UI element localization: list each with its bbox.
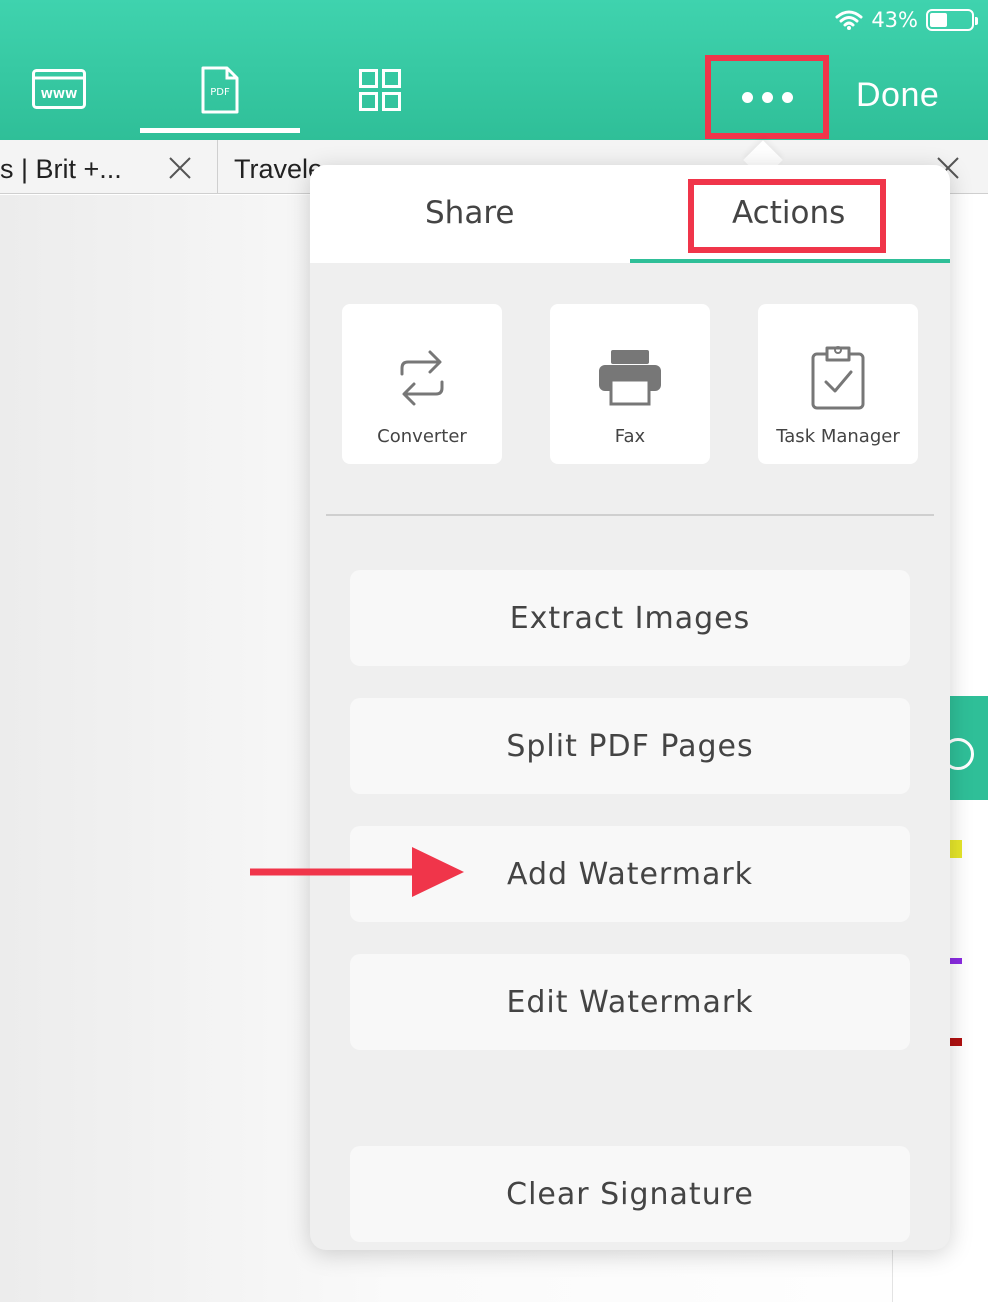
tile-label: Converter	[377, 426, 467, 447]
battery-percent: 43%	[871, 8, 918, 32]
tab-share[interactable]: Share	[425, 195, 514, 231]
active-tab-indicator	[140, 128, 300, 133]
top-toolbar: 43% WWW PDF Done	[0, 0, 988, 140]
more-options-button[interactable]	[705, 55, 829, 139]
browser-window-icon: WWW	[32, 69, 86, 109]
pdf-document-button[interactable]: PDF	[201, 66, 239, 118]
converter-icon	[400, 350, 444, 406]
highlight-mark	[950, 840, 962, 858]
status-bar: 43%	[835, 8, 978, 32]
battery-icon	[926, 9, 978, 31]
extract-images-button[interactable]: Extract Images	[350, 570, 910, 666]
done-button[interactable]: Done	[856, 76, 939, 115]
grid-icon	[359, 69, 401, 111]
highlight-mark	[950, 958, 962, 964]
printer-icon	[599, 350, 661, 406]
converter-tile[interactable]: Converter	[342, 304, 502, 464]
selected-tab-indicator	[630, 259, 950, 263]
svg-text:WWW: WWW	[41, 88, 77, 101]
document-tab[interactable]: s | Brit +...	[0, 140, 218, 194]
clipboard-check-icon	[811, 346, 865, 410]
edit-watermark-button[interactable]: Edit Watermark	[350, 954, 910, 1050]
task-manager-tile[interactable]: Task Manager	[758, 304, 918, 464]
fax-tile[interactable]: Fax	[550, 304, 710, 464]
segmented-control: Share Actions	[310, 165, 950, 263]
annotation-arrow-icon	[248, 845, 468, 903]
tile-label: Task Manager	[776, 426, 900, 447]
ellipsis-icon	[741, 91, 753, 103]
svg-text:PDF: PDF	[210, 87, 230, 98]
document-tab-title: s | Brit +...	[0, 154, 122, 184]
close-icon[interactable]	[168, 156, 192, 187]
pdf-file-icon: PDF	[201, 66, 239, 114]
grid-view-button[interactable]	[359, 69, 401, 115]
highlight-mark	[950, 1038, 962, 1046]
battery-level	[930, 13, 948, 27]
web-browser-button[interactable]: WWW	[32, 69, 86, 113]
section-divider	[326, 514, 934, 516]
tile-label: Fax	[614, 426, 646, 447]
highlight-box	[688, 179, 886, 253]
clear-signature-button[interactable]: Clear Signature	[350, 1146, 910, 1242]
split-pdf-pages-button[interactable]: Split PDF Pages	[350, 698, 910, 794]
actions-popover: Share Actions Converter Fax Task Manager	[310, 165, 950, 1250]
wifi-icon	[835, 10, 863, 30]
